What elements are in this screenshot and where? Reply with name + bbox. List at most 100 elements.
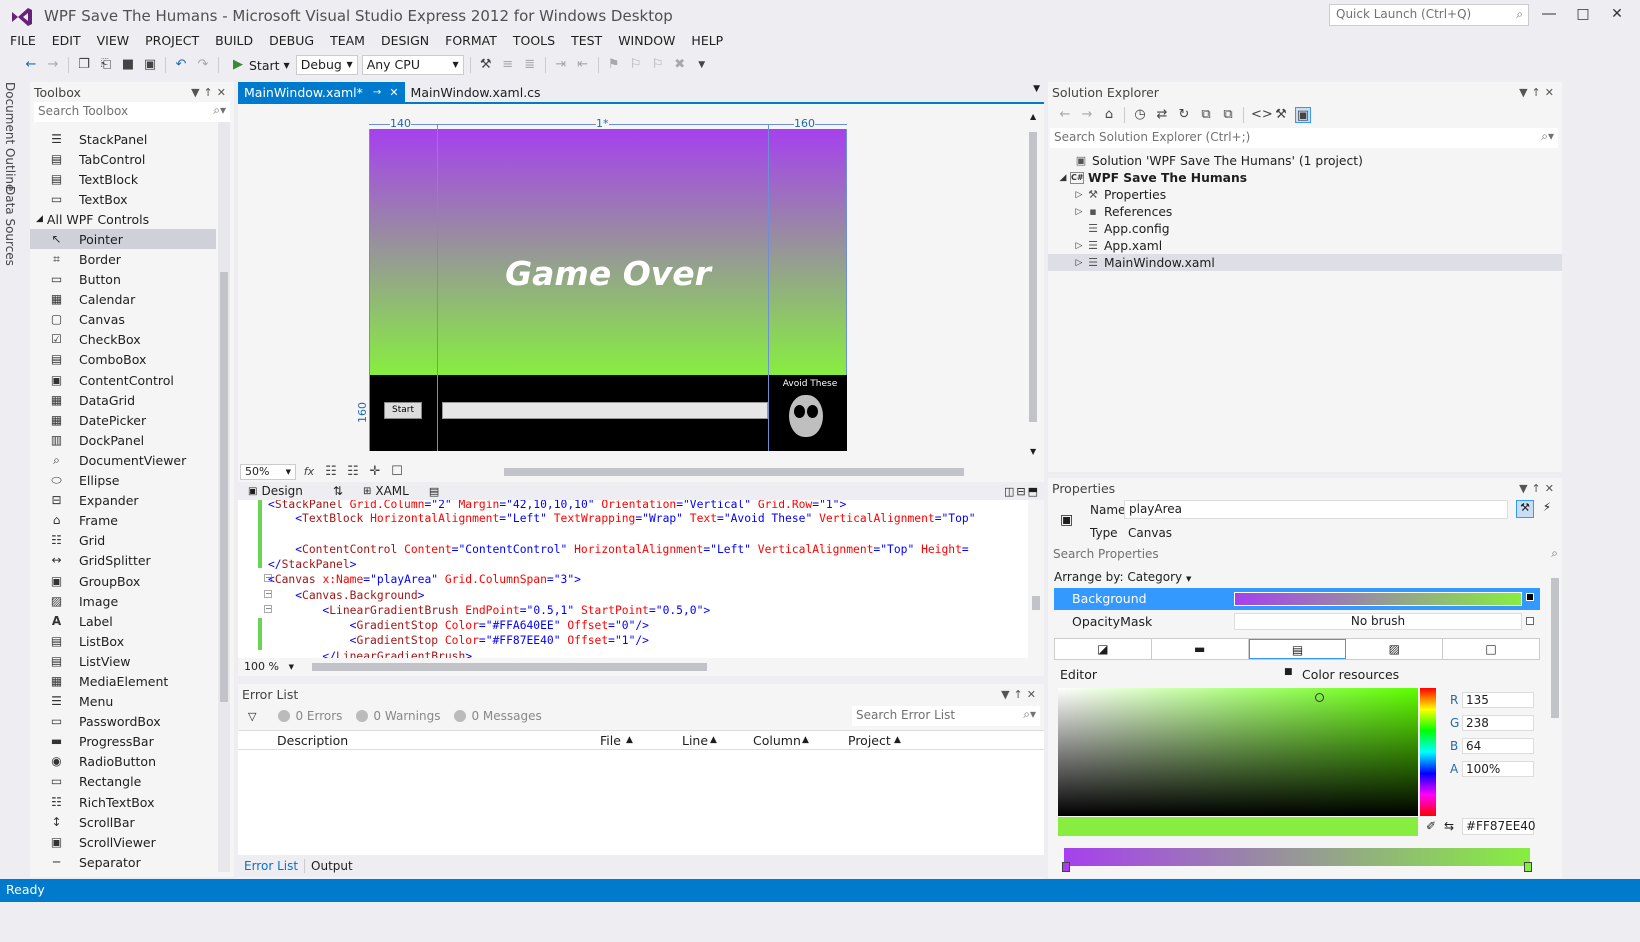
menu-file[interactable]: FILE <box>0 31 44 51</box>
toolbox-item-separator[interactable]: ─ Separator <box>30 852 216 870</box>
scrollbar-thumb[interactable] <box>1032 596 1040 610</box>
gradient-stop-end[interactable] <box>1524 862 1532 872</box>
eyedropper-icon[interactable]: ✐ <box>1426 819 1436 833</box>
design-tab[interactable]: ▣ Design <box>238 484 313 498</box>
toolbox-item-menu[interactable]: ☰ Menu <box>30 692 216 712</box>
column-description[interactable]: Description <box>277 733 348 748</box>
bottom-grid-row[interactable]: Start Avoid These <box>369 375 847 451</box>
zoom-dropdown[interactable]: 50% ▼ <box>240 464 296 480</box>
close-button[interactable]: ✕ <box>1602 2 1632 26</box>
tree-node-project[interactable]: ◢ C# WPF Save The Humans <box>1048 169 1562 186</box>
toolbox-item-mediaelement[interactable]: ▦ MediaElement <box>30 671 216 691</box>
editor-vertical-scrollbar[interactable] <box>1028 500 1044 658</box>
quick-launch-input[interactable]: Quick Launch (Ctrl+Q) ⌕ <box>1329 4 1529 26</box>
tab-mainwindow-xaml-cs[interactable]: MainWindow.xaml.cs <box>405 82 547 102</box>
solution-explorer-search-input[interactable]: Search Solution Explorer (Ctrl+;) ⌕▾ <box>1050 128 1558 148</box>
toolbox-item-stackpanel[interactable]: ☰ StackPanel <box>30 130 216 149</box>
column-column[interactable]: Column <box>753 733 801 748</box>
toolbox-item-passwordbox[interactable]: ▭ PasswordBox <box>30 712 216 732</box>
prev-bookmark-icon[interactable]: ⚐ <box>628 57 644 73</box>
tree-node-references[interactable]: ▷ ▪ References <box>1048 203 1562 220</box>
play-area-canvas[interactable]: Game Over <box>369 129 847 375</box>
color-picker-cursor[interactable] <box>1315 693 1324 702</box>
new-project-icon[interactable]: ❐ <box>76 57 92 73</box>
toolbox-item-scrollbar[interactable]: ↕ ScrollBar <box>30 812 216 832</box>
menu-project[interactable]: PROJECT <box>137 31 207 51</box>
background-brush-swatch[interactable] <box>1234 592 1522 606</box>
menu-edit[interactable]: EDIT <box>44 31 89 51</box>
menu-debug[interactable]: DEBUG <box>261 31 322 51</box>
toolbox-item-scrollviewer[interactable]: ▣ ScrollViewer <box>30 832 216 852</box>
tree-node-properties[interactable]: ▷ ⚒ Properties <box>1048 186 1562 203</box>
close-icon[interactable]: ✕ <box>389 83 398 102</box>
toolbox-category-all-wpf-controls[interactable]: ◢ All WPF Controls <box>30 209 216 229</box>
collapsed-triangle-icon[interactable]: ▷ <box>1072 190 1086 200</box>
tab-overflow-icon[interactable]: ▼ <box>1033 84 1040 94</box>
scroll-up-icon[interactable]: ▲ <box>1030 112 1036 121</box>
hue-slider[interactable] <box>1420 688 1436 816</box>
null-brush-tab[interactable]: ◪ <box>1055 639 1152 659</box>
xaml-zoom-dropdown[interactable]: 100 % ▼ <box>240 660 298 675</box>
toolbox-item-richtextbox[interactable]: ☷ RichTextBox <box>30 792 216 812</box>
toolbox-item-image[interactable]: ▨ Image <box>30 591 216 611</box>
toolbox-item-progressbar[interactable]: ▬ ProgressBar <box>30 732 216 752</box>
filter-icon[interactable]: ▽ <box>248 710 256 723</box>
toolbox-item-dockpanel[interactable]: ▥ DockPanel <box>30 430 216 450</box>
indent-icon[interactable]: ⇥ <box>553 57 569 73</box>
messages-toggle[interactable]: 0 Messages <box>454 709 542 723</box>
solution-platform-dropdown[interactable]: Any CPU ▼ <box>361 55 464 75</box>
side-tab-data-sources[interactable]: Data Sources <box>3 186 17 266</box>
undo-icon[interactable]: ↶ <box>173 57 189 73</box>
error-list-search-input[interactable]: Search Error List ⌕▾ <box>852 706 1040 726</box>
formula-icon[interactable]: fx <box>301 464 317 480</box>
toolbox-item-textblock[interactable]: ▤ TextBlock <box>30 169 216 189</box>
editor-label[interactable]: Editor <box>1060 667 1097 682</box>
gradient-bar[interactable] <box>1062 848 1532 872</box>
scrollbar-thumb[interactable] <box>1029 132 1037 422</box>
toolbox-item-calendar[interactable]: ▦ Calendar <box>30 290 216 310</box>
toolbox-item-listview[interactable]: ▤ ListView <box>30 651 216 671</box>
bookmark-icon[interactable]: ⚑ <box>606 57 622 73</box>
toolbox-item-groupbox[interactable]: ▣ GroupBox <box>30 571 216 591</box>
color-resources-label[interactable]: Color resources <box>1302 667 1399 682</box>
tab-error-list[interactable]: Error List <box>238 859 304 873</box>
brush-resources-tab[interactable]: □ <box>1443 639 1539 659</box>
properties-wrench-icon[interactable]: ⚒ <box>1516 500 1534 518</box>
events-lightning-icon[interactable]: ⚡ <box>1538 500 1556 518</box>
pin-icon[interactable]: → <box>373 83 381 102</box>
open-file-icon[interactable]: ⎗ <box>98 57 114 73</box>
errors-toggle[interactable]: 0 Errors <box>278 709 342 723</box>
toolbox-item-datagrid[interactable]: ▦ DataGrid <box>30 390 216 410</box>
toolbox-item-ellipse[interactable]: ⬭ Ellipse <box>30 471 216 491</box>
side-tab-document-outline[interactable]: Document Outline <box>3 82 17 191</box>
gradient-brush-tab[interactable]: ▤ <box>1248 639 1347 659</box>
toolbox-item-combobox[interactable]: ▤ ComboBox <box>30 350 216 370</box>
warnings-toggle[interactable]: 0 Warnings <box>356 709 440 723</box>
back-icon[interactable]: ← <box>23 57 39 73</box>
annotation-icon[interactable]: ☐ <box>389 464 405 480</box>
pane-controls[interactable]: ▼↑✕ <box>1519 86 1558 99</box>
toolbox-item-documentviewer[interactable]: ⌕ DocumentViewer <box>30 450 216 470</box>
uncomment-icon[interactable]: ≣ <box>522 57 538 73</box>
find-in-files-icon[interactable]: ⚒ <box>478 57 494 73</box>
toolbox-item-border[interactable]: ⌗ Border <box>30 249 216 269</box>
forward-icon[interactable]: → <box>45 57 61 73</box>
xaml-designer-surface[interactable]: 140 1* 160 160 Game Over Start Avoid The… <box>238 102 1044 462</box>
toolbox-item-gridsplitter[interactable]: ↔ GridSplitter <box>30 551 216 571</box>
menu-tools[interactable]: TOOLS <box>505 31 563 51</box>
toolbox-item-contentcontrol[interactable]: ▣ ContentControl <box>30 370 216 390</box>
toolbox-search-input[interactable]: Search Toolbox ⌕▾ <box>34 102 230 122</box>
save-all-icon[interactable]: ▣ <box>142 57 158 73</box>
comment-icon[interactable]: ≡ <box>500 57 516 73</box>
view-code-icon[interactable]: <> <box>1251 107 1273 123</box>
menu-test[interactable]: TEST <box>563 31 610 51</box>
menu-view[interactable]: VIEW <box>89 31 138 51</box>
color-picker-area[interactable] <box>1058 688 1418 816</box>
toolbox-scrollbar[interactable] <box>218 122 230 872</box>
xaml-code-editor[interactable]: − − − <StackPanel Grid.Column="2" Margin… <box>238 500 1044 658</box>
column-file[interactable]: File <box>600 733 621 748</box>
pane-controls[interactable]: ▼↑✕ <box>191 86 230 99</box>
clear-bookmarks-icon[interactable]: ✖ <box>672 57 688 73</box>
collapse-all-icon[interactable]: ⧉ <box>1198 107 1214 123</box>
maximize-button[interactable]: □ <box>1568 2 1598 26</box>
